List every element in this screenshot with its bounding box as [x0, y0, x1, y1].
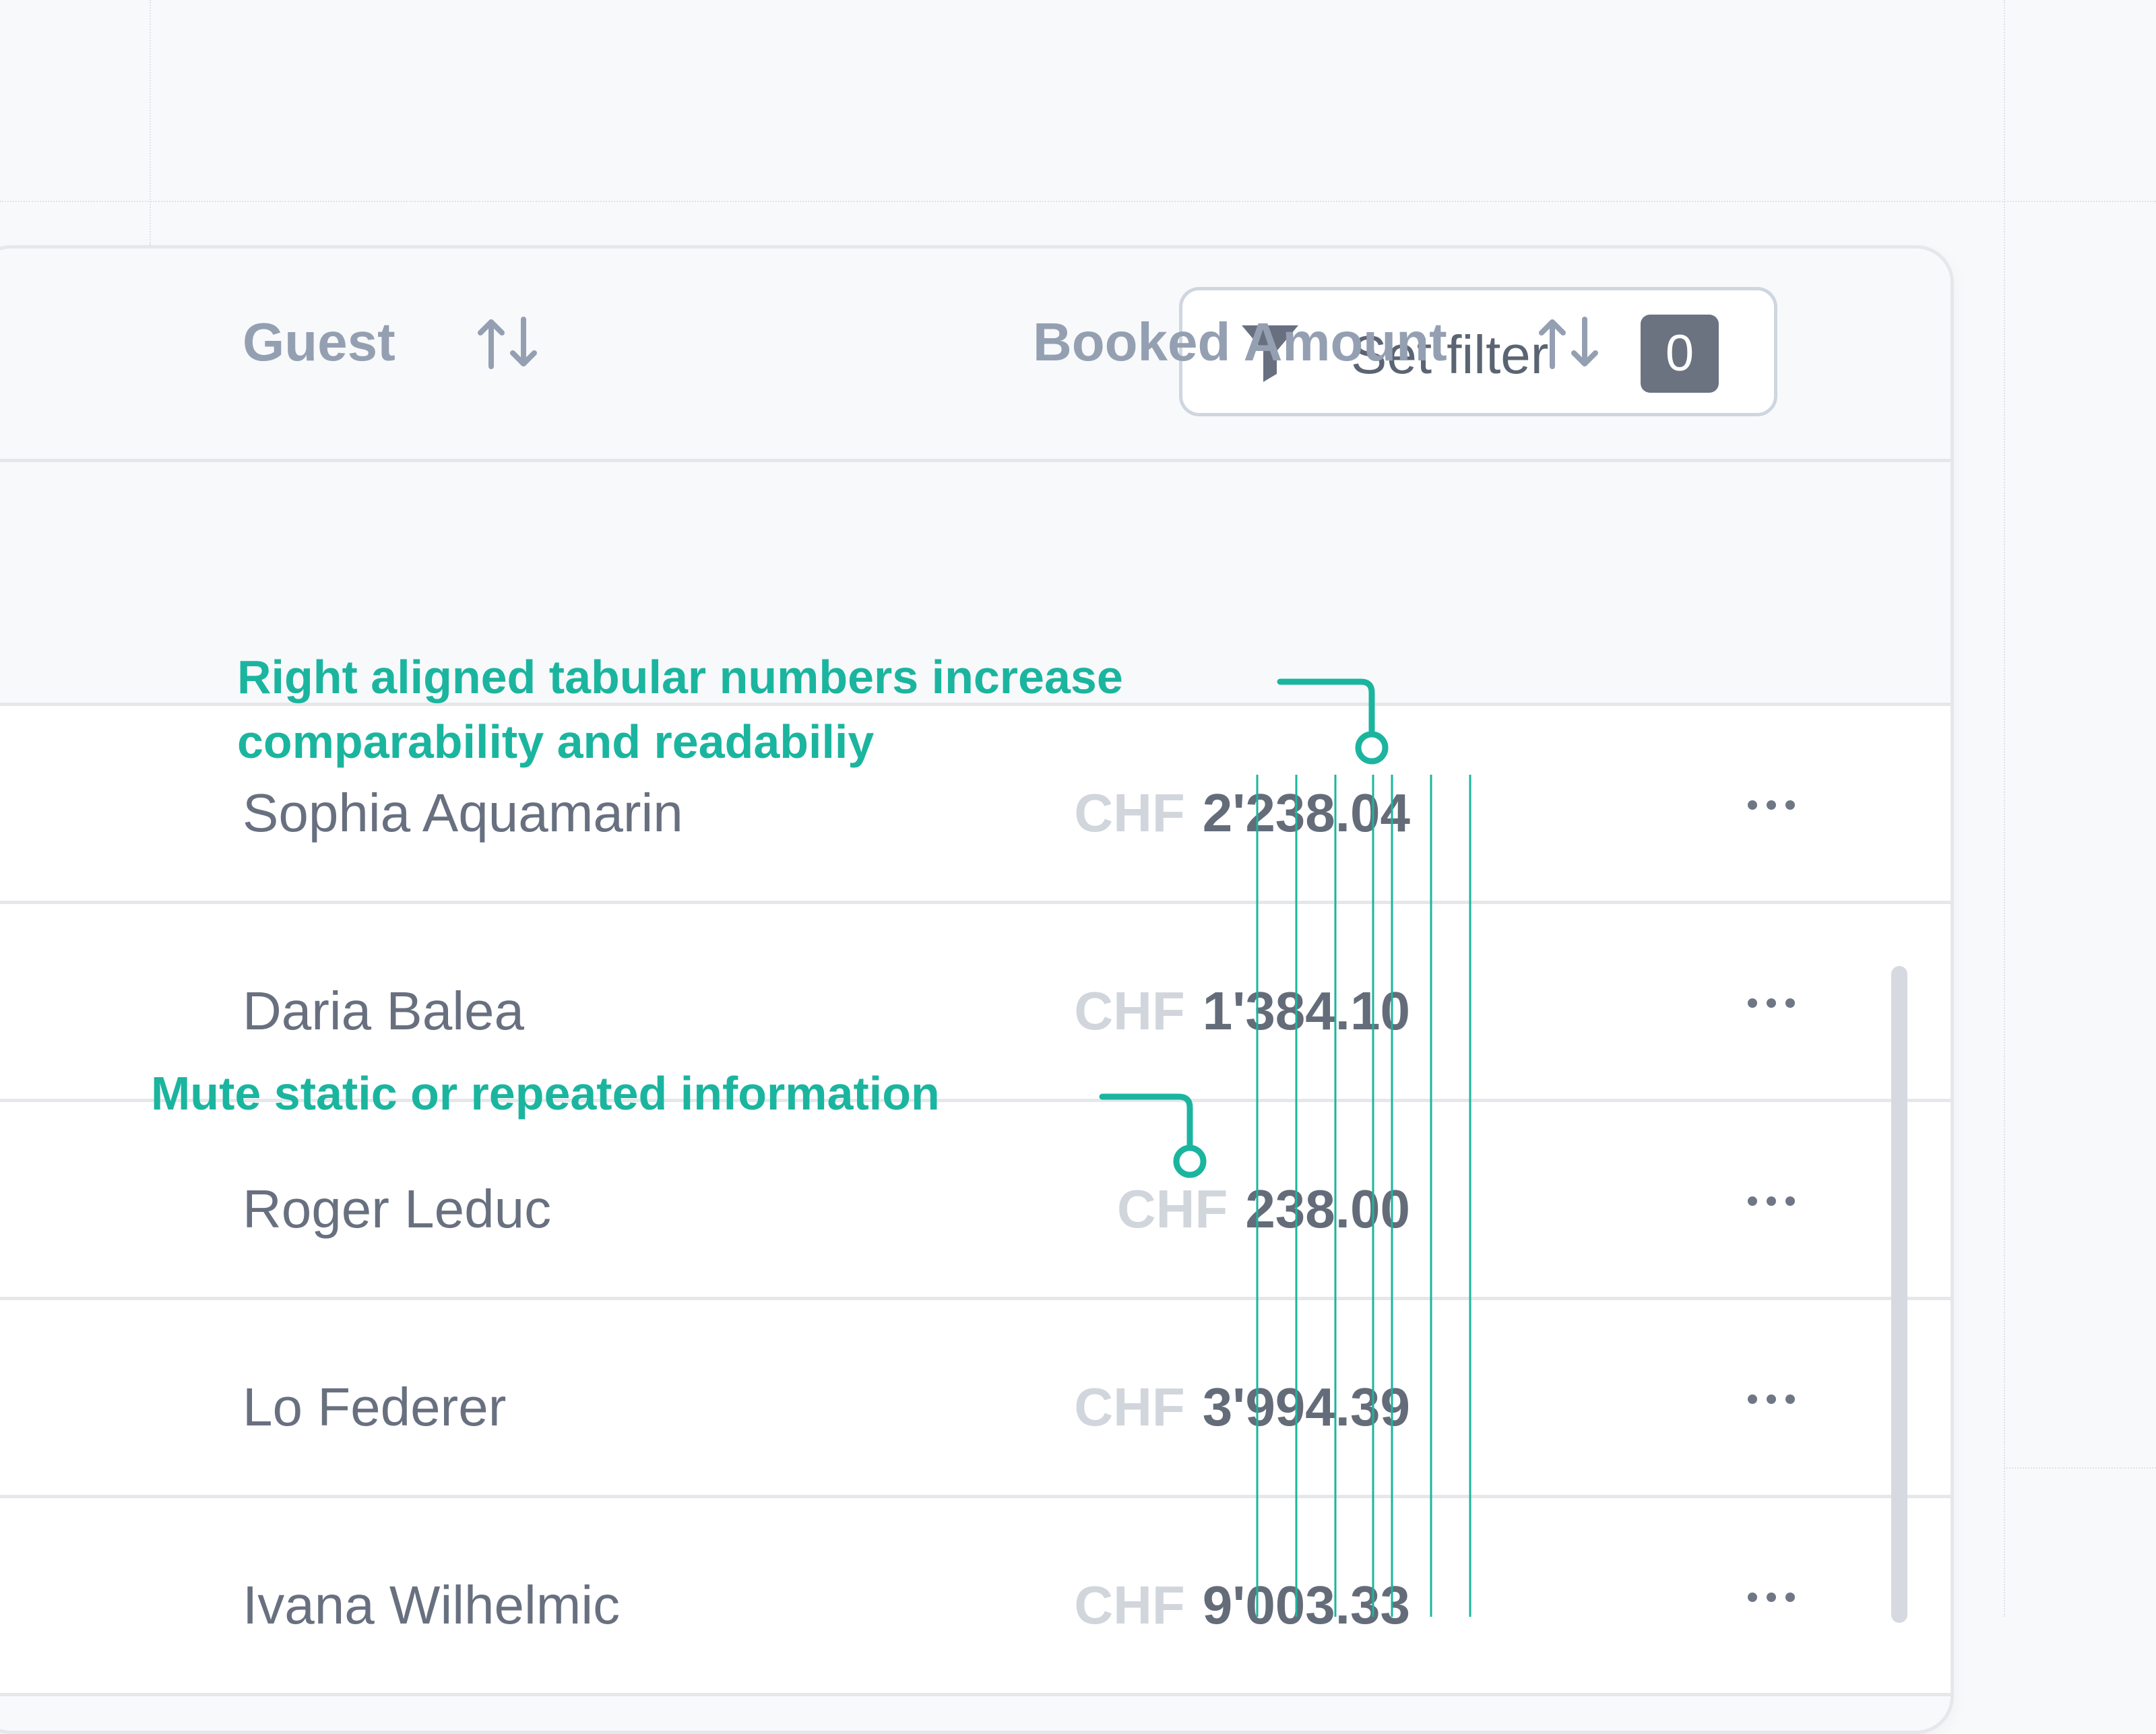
more-icon[interactable]: [1747, 1592, 1796, 1603]
more-icon[interactable]: [1747, 998, 1796, 1008]
booked-amount: CHF 3'994.39: [1074, 1375, 1410, 1440]
amount-value: 9'003.33: [1202, 1575, 1410, 1635]
currency-code: CHF: [1116, 1179, 1228, 1239]
currency-code: CHF: [1074, 1377, 1185, 1437]
table-row[interactable]: Ivana Wilhelmic CHF 9'003.33: [0, 1498, 1951, 1696]
more-icon[interactable]: [1747, 1394, 1796, 1405]
layout-guide-horizontal-bottom: [2004, 1467, 2156, 1469]
filter-count-badge: 0: [1641, 315, 1719, 393]
guest-name: Ivana Wilhelmic: [243, 1575, 621, 1635]
booking-table-panel: Set filter 0 Sophia Aquamarin CHF 2'238.…: [0, 245, 1954, 1734]
vertical-scrollbar-thumb[interactable]: [1891, 966, 1907, 1623]
table-row[interactable]: Lo Federer CHF 3'994.39: [0, 1300, 1951, 1498]
right-aligned-annotation-line-2: comparability and readabiliy: [237, 715, 875, 768]
amount-value: 3'994.39: [1202, 1377, 1410, 1437]
booked-amount: CHF 1'384.10: [1074, 979, 1410, 1043]
right-aligned-annotation-line-1: Right aligned tabular numbers increase: [237, 651, 1123, 703]
currency-code: CHF: [1074, 1575, 1185, 1635]
guest-column-header[interactable]: Guest: [243, 310, 395, 375]
currency-code: CHF: [1074, 981, 1185, 1041]
sort-icon[interactable]: [475, 315, 540, 371]
guest-name: Roger Leduc: [243, 1179, 552, 1239]
booked-amount: CHF 238.00: [1117, 1177, 1410, 1242]
more-icon[interactable]: [1747, 800, 1796, 810]
sort-icon[interactable]: [1536, 315, 1601, 371]
amount-value: 1'384.10: [1202, 981, 1410, 1041]
table-row[interactable]: Roger Leduc CHF 238.00: [0, 1102, 1951, 1300]
booked-amount-column-header[interactable]: Booked Amount: [1033, 310, 1447, 375]
mute-static-annotation: Mute static or repeated information: [151, 1067, 940, 1120]
layout-guide-vertical-right: [2004, 0, 2005, 1617]
booked-amount: CHF 2'238.04: [1074, 781, 1410, 845]
guest-name: Sophia Aquamarin: [243, 783, 683, 843]
currency-code: CHF: [1074, 783, 1185, 843]
guest-name: Lo Federer: [243, 1377, 507, 1437]
amount-value: 2'238.04: [1202, 783, 1410, 843]
layout-guide-vertical-left: [150, 0, 151, 245]
amount-value: 238.00: [1245, 1179, 1410, 1239]
booked-amount: CHF 9'003.33: [1074, 1573, 1410, 1638]
layout-guide-horizontal-top: [0, 201, 2156, 202]
more-icon[interactable]: [1747, 1196, 1796, 1207]
guest-name: Daria Balea: [243, 981, 525, 1041]
